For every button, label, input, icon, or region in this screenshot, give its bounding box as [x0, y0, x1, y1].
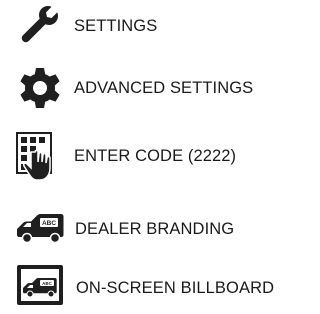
- menu-item-settings[interactable]: SETTINGS: [0, 0, 320, 52]
- menu-item-advanced-settings[interactable]: ADVANCED SETTINGS: [0, 62, 320, 114]
- billboard-van-text: ABC: [42, 281, 52, 286]
- keypad-hand-icon: [14, 130, 66, 182]
- menu-item-label: ENTER CODE (2222): [74, 147, 237, 165]
- menu-item-label: ADVANCED SETTINGS: [74, 79, 254, 97]
- billboard-van-icon: ABC: [14, 262, 66, 314]
- van-text: ABC: [42, 220, 56, 227]
- wrench-icon: [14, 0, 66, 52]
- menu-item-label: SETTINGS: [74, 17, 158, 35]
- menu-item-on-screen-billboard[interactable]: ABC ON-SCREEN BILLBOARD: [0, 262, 320, 314]
- menu-item-label: DEALER BRANDING: [75, 220, 235, 238]
- menu-item-label: ON-SCREEN BILLBOARD: [76, 279, 275, 297]
- gear-icon: [14, 62, 66, 114]
- van-icon: ABC: [14, 203, 66, 255]
- menu-item-dealer-branding[interactable]: ABC DEALER BRANDING: [0, 203, 320, 255]
- menu-item-enter-code[interactable]: ENTER CODE (2222): [0, 130, 320, 182]
